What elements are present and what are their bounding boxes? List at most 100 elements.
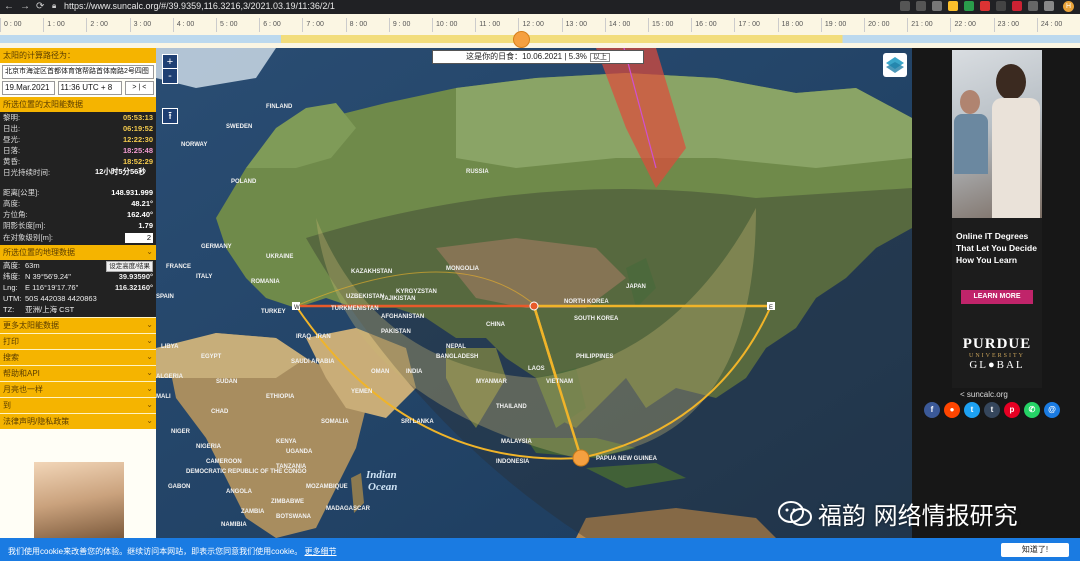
map-label: UGANDA: [286, 449, 313, 455]
extension-icon[interactable]: [900, 1, 910, 11]
menu-item-label: 法律声明/隐私政策: [3, 417, 70, 426]
sun-data-value: 162.40°: [127, 210, 153, 219]
hour-tick: 14 : 00: [604, 18, 648, 32]
map-canvas: W E RUSSIA POLAND FINLAND SWEDEN NORWAY KAZAK…: [156, 48, 912, 538]
hour-tick: 1 : 00: [43, 18, 86, 32]
layers-button[interactable]: [883, 53, 907, 77]
map-label: YEMEN: [351, 389, 372, 395]
geo-data-decimal: 39.93590°: [118, 272, 153, 281]
share-link[interactable]: < suncalc.org: [960, 390, 1008, 399]
extension-icon[interactable]: [1012, 1, 1022, 11]
menu-item-label: 搜索: [3, 353, 19, 362]
extension-icon[interactable]: [916, 1, 926, 11]
map-label: CHINA: [486, 322, 506, 328]
map-label: IRAN: [316, 334, 331, 340]
tumblr-icon[interactable]: t: [984, 402, 1000, 418]
whatsapp-icon[interactable]: ✆: [1024, 402, 1040, 418]
puzzle-icon[interactable]: [1028, 1, 1038, 11]
twitter-icon[interactable]: t: [964, 402, 980, 418]
email-icon[interactable]: @: [1044, 402, 1060, 418]
map-label: KENYA: [276, 439, 297, 445]
star-icon[interactable]: [948, 1, 958, 11]
back-icon[interactable]: ←: [4, 1, 14, 12]
layers-icon: [886, 57, 904, 73]
map-label: SUDAN: [216, 379, 237, 385]
hour-tick: 19 : 00: [820, 18, 864, 32]
time-slider-handle[interactable]: [513, 31, 530, 48]
hour-tick: 4 : 00: [172, 18, 216, 32]
map-label: ALGERIA: [156, 374, 184, 380]
profile-avatar[interactable]: H: [1063, 1, 1074, 12]
date-input[interactable]: 19.Mar.2021: [2, 81, 55, 95]
advertisement[interactable]: Online IT Degrees That Let You Decide Ho…: [952, 50, 1042, 388]
extension-icon[interactable]: [964, 1, 974, 11]
cookie-more-link[interactable]: 更多细节: [304, 547, 336, 556]
chevron-down-icon[interactable]: ⌄: [146, 246, 153, 257]
map-label: NIGERIA: [196, 444, 222, 450]
forward-icon[interactable]: →: [20, 1, 30, 12]
location-marker[interactable]: [529, 301, 539, 311]
reddit-icon[interactable]: ●: [944, 402, 960, 418]
extensions-area: [900, 1, 1054, 11]
learn-more-button[interactable]: LEARN MORE: [961, 290, 1033, 304]
geo-data-label: Lng:: [3, 283, 18, 292]
facebook-icon[interactable]: f: [924, 402, 940, 418]
pinterest-icon[interactable]: p: [1004, 402, 1020, 418]
map-label: ROMANIA: [251, 279, 280, 285]
ad-body: Online IT Degrees That Let You Decide Ho…: [952, 218, 1042, 388]
sun-data-label: 方位角:: [3, 210, 28, 219]
address-bar[interactable]: https://www.suncalc.org/#/39.9359,116.32…: [64, 1, 335, 11]
menu-item[interactable]: 月亮也一样 ⌄: [0, 381, 156, 397]
hour-tick: 13 : 00: [561, 18, 605, 32]
map-label: AFGHANISTAN: [381, 314, 424, 320]
map-label: MONGOLIA: [446, 266, 480, 272]
location-input[interactable]: 北京市海淀区首都体育馆帮路首体南路2号四图: [2, 65, 154, 79]
chevron-down-icon: ⌄: [146, 384, 153, 393]
sun-data-row: 日落: 18:25:48: [0, 145, 156, 156]
reload-icon[interactable]: ⟳: [36, 1, 44, 12]
social-buttons: f ● t t p ✆ @: [924, 402, 1060, 418]
path-header: 太阳的计算路径为：: [0, 48, 156, 63]
ocean-label: Ocean: [368, 481, 397, 493]
geo-data-value: N 39°56'9.24": [25, 272, 71, 281]
map-label: THAILAND: [496, 404, 527, 410]
daylight-track[interactable]: [0, 35, 1080, 43]
step-buttons[interactable]: > | <: [124, 81, 154, 95]
map-label: NORWAY: [181, 142, 207, 148]
menu-item[interactable]: 到 ⌄: [0, 397, 156, 413]
illumination-button[interactable]: 以上: [589, 53, 610, 62]
hour-tick: 8 : 00: [345, 18, 389, 32]
hour-tick: 21 : 00: [907, 18, 950, 32]
sunset-marker-label: E: [769, 305, 773, 311]
menu-item[interactable]: 搜索 ⌄: [0, 349, 156, 365]
lock-icon[interactable]: 🔒︎: [52, 1, 56, 11]
map-label: PHILIPPINES: [576, 354, 613, 360]
map-label: ITALY: [196, 274, 212, 280]
map-label: INDONESIA: [496, 459, 530, 465]
geo-data-row: 高度: 63m 设定高度/结果: [0, 260, 156, 272]
upload-icon[interactable]: ⭱: [162, 108, 178, 124]
map-label: GABON: [168, 484, 190, 490]
ad-photo: [952, 50, 1042, 218]
sun-data-value: 05:53:13: [122, 113, 153, 122]
extension-icon[interactable]: [932, 1, 942, 11]
sun-data-table: 黎明: 05:53:13 日出: 06:19:52 昼光: 12:22:30 日落: 18:2…: [0, 112, 156, 245]
time-slider[interactable]: 0 : 00 1 : 00 2 : 00 3 : 00 4 : 00 5 : 00 6 : …: [0, 14, 1080, 48]
menu-item[interactable]: 更多太阳能数据 ⌄: [0, 317, 156, 333]
object-level-input[interactable]: 2: [125, 233, 153, 243]
sun-data-label: 日光持续时间:: [3, 168, 51, 177]
zoom-out-button[interactable]: -: [162, 68, 178, 84]
chevron-down-icon: ⌄: [146, 400, 153, 409]
time-input[interactable]: 11:36 UTC + 8: [57, 81, 122, 95]
cookie-accept-button[interactable]: 知道了!: [1001, 543, 1069, 557]
extension-icon[interactable]: [980, 1, 990, 11]
extension-icon[interactable]: [1044, 1, 1054, 11]
extension-icon[interactable]: [996, 1, 1006, 11]
map-view[interactable]: W E RUSSIA POLAND FINLAND SWEDEN NORWAY KAZAK…: [156, 48, 912, 538]
menu-item[interactable]: 帮助和API ⌄: [0, 365, 156, 381]
hour-tick: 23 : 00: [993, 18, 1037, 32]
ocean-label: Indian: [365, 469, 397, 481]
sun-data-header: 所选位置的太阳能数据: [0, 97, 156, 112]
menu-item[interactable]: 打印 ⌄: [0, 333, 156, 349]
menu-item[interactable]: 法律声明/隐私政策 ⌄: [0, 413, 156, 429]
